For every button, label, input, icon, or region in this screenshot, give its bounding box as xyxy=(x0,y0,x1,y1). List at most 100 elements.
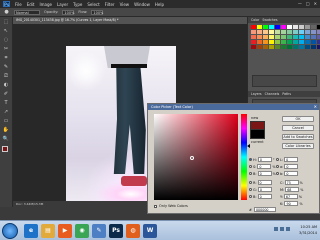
current-color-preview[interactable] xyxy=(250,130,265,139)
saturation-radio[interactable] xyxy=(249,165,252,168)
swatch[interactable] xyxy=(251,25,256,29)
swatch[interactable] xyxy=(305,25,310,29)
hex-input[interactable]: 000000 xyxy=(253,207,276,212)
network-icon[interactable] xyxy=(274,227,278,231)
menu-edit[interactable]: Edit xyxy=(27,2,35,7)
swatch[interactable] xyxy=(251,40,256,44)
ok-button[interactable]: OK xyxy=(282,116,314,122)
blend-mode-select[interactable]: Normal xyxy=(14,9,40,15)
color-field-cursor[interactable] xyxy=(190,156,194,160)
swatch[interactable] xyxy=(269,45,274,49)
dialog-close-icon[interactable]: ✕ xyxy=(314,104,317,110)
swatch[interactable] xyxy=(257,30,262,34)
red-radio[interactable] xyxy=(249,181,252,184)
blue-input[interactable]: 0 xyxy=(257,194,272,199)
swatch[interactable] xyxy=(299,25,304,29)
swatch[interactable] xyxy=(269,35,274,39)
swatch[interactable] xyxy=(281,30,286,34)
volume-icon[interactable] xyxy=(280,227,284,231)
dodge-tool-icon[interactable]: ◐ xyxy=(2,82,11,89)
brush-preset-icon[interactable]: ● xyxy=(3,9,10,15)
swatch[interactable] xyxy=(281,35,286,39)
green-input[interactable]: 0 xyxy=(257,187,272,192)
swatch[interactable] xyxy=(287,30,292,34)
cancel-button[interactable]: Cancel xyxy=(282,125,314,131)
menu-layer[interactable]: Layer xyxy=(57,2,68,7)
green-radio[interactable] xyxy=(249,188,252,191)
blue-radio[interactable] xyxy=(249,195,252,198)
menu-help[interactable]: Help xyxy=(155,2,164,7)
stamp-tool-icon[interactable]: ⎚ xyxy=(2,73,11,80)
swatch[interactable] xyxy=(281,40,286,44)
lab-l-input[interactable]: 0 xyxy=(284,157,299,162)
saturation-input[interactable]: 0 xyxy=(257,164,272,169)
foreground-color[interactable] xyxy=(1,146,8,152)
slice-tool-icon[interactable]: ⌗ xyxy=(2,55,11,62)
paint-icon[interactable]: ✎ xyxy=(92,224,106,238)
lab-b-input[interactable]: 0 xyxy=(284,171,299,176)
menu-window[interactable]: Window xyxy=(134,2,150,7)
swatch[interactable] xyxy=(257,45,262,49)
chrome-icon[interactable]: ◉ xyxy=(75,224,89,238)
lab-b-radio[interactable] xyxy=(276,172,279,175)
only-web-colors-checkbox[interactable] xyxy=(154,204,157,208)
marquee-tool-icon[interactable]: ⬚ xyxy=(2,19,11,26)
tab-swatches[interactable]: Swatches xyxy=(262,17,277,23)
crop-tool-icon[interactable]: ✂ xyxy=(2,46,11,53)
swatch[interactable] xyxy=(311,40,316,44)
photoshop-icon[interactable]: Ps xyxy=(109,224,123,238)
maximize-button[interactable]: □ xyxy=(306,1,310,6)
menu-filter[interactable]: Filter xyxy=(105,2,115,7)
swatch[interactable] xyxy=(299,40,304,44)
minimize-button[interactable]: — xyxy=(298,1,302,6)
swatch[interactable] xyxy=(311,25,316,29)
swatch[interactable] xyxy=(263,45,268,49)
hue-radio[interactable] xyxy=(249,158,252,161)
swatch[interactable] xyxy=(293,30,298,34)
close-button[interactable]: ✕ xyxy=(314,1,317,6)
hue-slider-handle[interactable] xyxy=(247,144,250,148)
swatch[interactable] xyxy=(263,40,268,44)
add-to-swatches-button[interactable]: Add to Swatches xyxy=(282,134,314,140)
magenta-input[interactable]: 68 xyxy=(285,187,300,192)
hue-input[interactable]: 0 xyxy=(257,157,272,162)
ie-icon[interactable]: e xyxy=(24,224,38,238)
hand-tool-icon[interactable]: ✋ xyxy=(2,127,11,134)
swatch[interactable] xyxy=(251,35,256,39)
tab-layers[interactable]: Layers xyxy=(251,91,262,97)
black-input[interactable]: 90 xyxy=(284,201,299,206)
swatch[interactable] xyxy=(293,40,298,44)
swatch[interactable] xyxy=(287,45,292,49)
swatch[interactable] xyxy=(305,35,310,39)
path-select-tool-icon[interactable]: ↗ xyxy=(2,109,11,116)
color-swatches[interactable] xyxy=(1,146,11,156)
swatch[interactable] xyxy=(299,35,304,39)
folder-icon[interactable]: ▤ xyxy=(41,224,55,238)
brightness-input[interactable]: 0 xyxy=(257,171,272,176)
lab-a-radio[interactable] xyxy=(276,165,279,168)
menu-type[interactable]: Type xyxy=(73,2,82,7)
lab-a-input[interactable]: 0 xyxy=(284,164,299,169)
swatch[interactable] xyxy=(275,40,280,44)
document-tab[interactable]: IMG_20140301_113438.jpg @ 16.7% (Curves … xyxy=(13,17,247,24)
lab-l-radio[interactable] xyxy=(276,158,279,161)
menu-select[interactable]: Select xyxy=(87,2,99,7)
swatch[interactable] xyxy=(275,45,280,49)
swatch[interactable] xyxy=(251,30,256,34)
swatch[interactable] xyxy=(293,45,298,49)
swatch[interactable] xyxy=(299,45,304,49)
swatch[interactable] xyxy=(281,45,286,49)
swatch[interactable] xyxy=(287,35,292,39)
swatch[interactable] xyxy=(311,45,316,49)
tab-paths[interactable]: Paths xyxy=(282,91,291,97)
start-button[interactable] xyxy=(2,223,18,239)
color-field[interactable] xyxy=(154,114,238,200)
flow-field[interactable]: 100% xyxy=(91,9,103,15)
swatch[interactable] xyxy=(299,30,304,34)
flag-icon[interactable] xyxy=(286,227,290,231)
red-input[interactable]: 0 xyxy=(257,180,272,185)
menu-file[interactable]: File xyxy=(15,2,22,7)
swatch[interactable] xyxy=(269,30,274,34)
brush-tool-icon[interactable]: ✎ xyxy=(2,64,11,71)
clock[interactable]: 10:25 AM 3/31/2014 xyxy=(299,224,317,236)
